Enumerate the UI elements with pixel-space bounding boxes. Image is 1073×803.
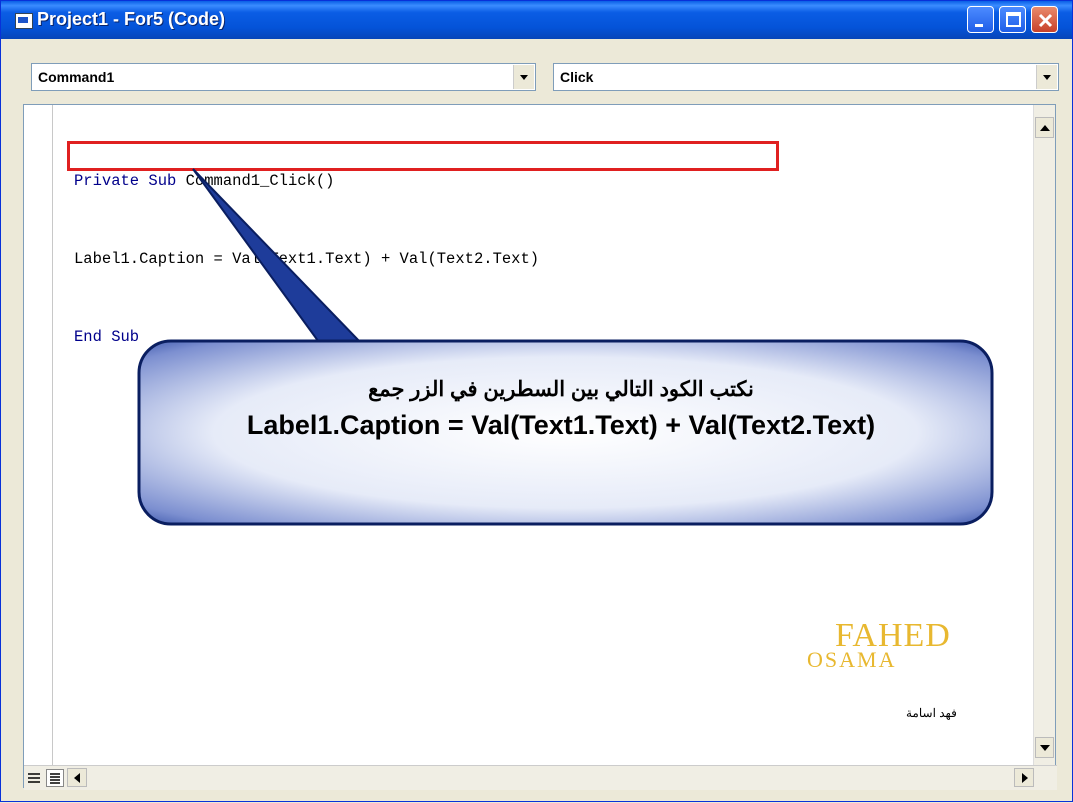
code-window: Project1 - For5 (Code) Command1 Click Pr…: [0, 0, 1073, 802]
callout-text: نكتب الكود التالي بين السطرين في الزر جم…: [151, 377, 971, 441]
callout-code-text: Label1.Caption = Val(Text1.Text) + Val(T…: [246, 410, 876, 440]
watermark-logo: FAHED OSAMA: [807, 617, 967, 687]
watermark-caption: فهد اسامة: [906, 706, 957, 720]
callout-arabic-text: نكتب الكود التالي بين السطرين في الزر جم…: [368, 378, 754, 401]
callout-pointer: [192, 168, 366, 346]
watermark-line-2: OSAMA: [807, 647, 897, 672]
